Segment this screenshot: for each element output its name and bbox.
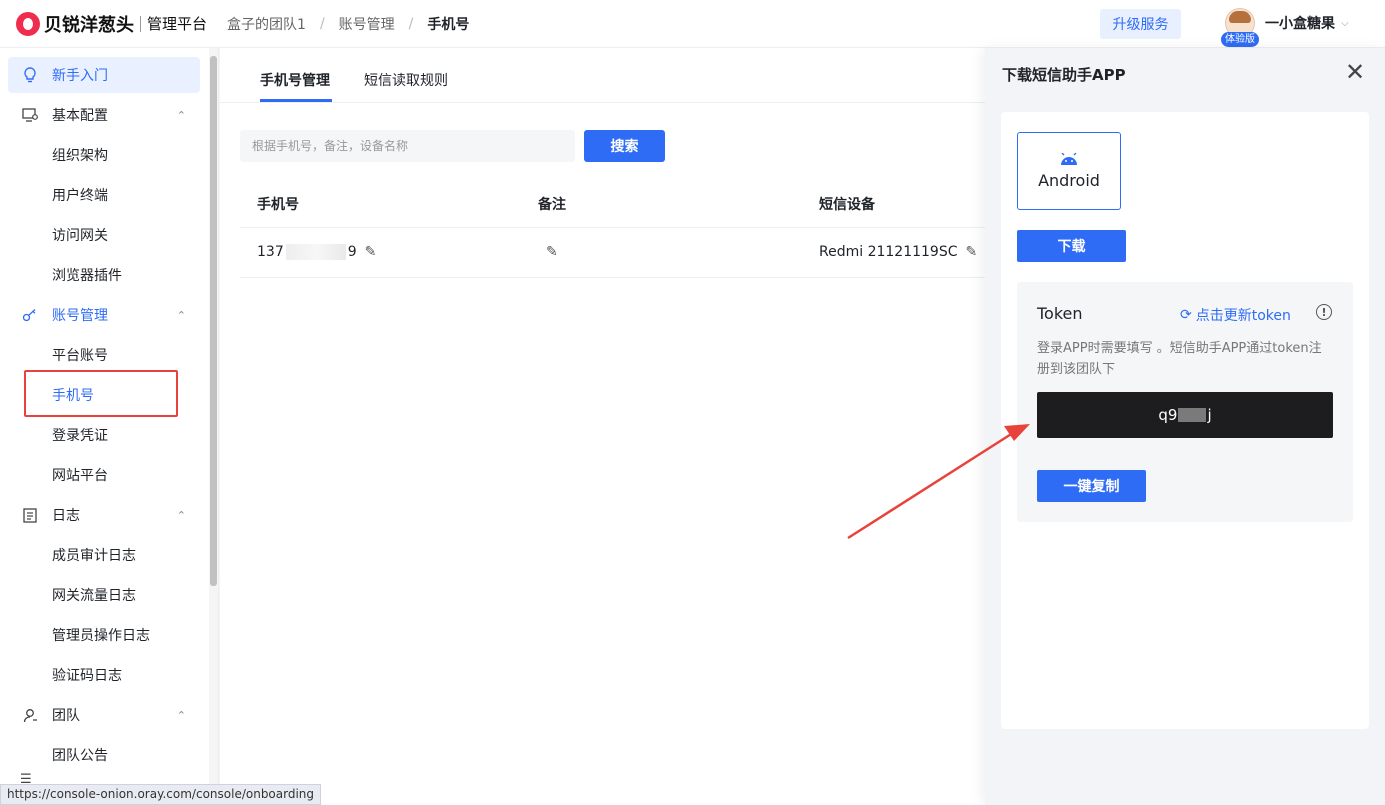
top-bar: 贝锐洋葱头 管理平台 盒子的团队1 / 账号管理 / 手机号 升级服务 一小盒糖… [0, 0, 1385, 48]
device-cell: Redmi 21121119SC ✎ [819, 244, 977, 260]
chevron-down-icon[interactable]: ⌵ [1341, 18, 1349, 29]
brand[interactable]: 贝锐洋葱头 管理平台 [16, 11, 207, 37]
token-panel: Token ⟳ 点击更新token ! 登录APP时需要填写 。短信助手APP通… [1017, 282, 1353, 522]
edit-icon[interactable]: ✎ [365, 244, 377, 260]
note-cell: ✎ [538, 244, 558, 260]
sidebar-item-label: 账号管理 [52, 308, 108, 324]
sidebar-subitem-platform-account[interactable]: 平台账号 [52, 345, 108, 365]
key-icon [8, 308, 52, 322]
copy-token-button[interactable]: 一键复制 [1037, 470, 1146, 502]
edit-icon[interactable]: ✎ [546, 244, 558, 260]
platform-label: Android [1038, 170, 1100, 190]
status-bar-url: https://console-onion.oray.com/console/o… [0, 784, 322, 805]
upgrade-button[interactable]: 升级服务 [1100, 9, 1181, 39]
sidebar-subitem-website[interactable]: 网站平台 [52, 465, 108, 485]
breadcrumb-separator: / [408, 15, 414, 32]
phone-cell: 137 9 ✎ [257, 244, 376, 260]
column-header-note: 备注 [538, 197, 566, 213]
token-value: q9 j [1037, 392, 1333, 438]
close-icon[interactable]: ✕ [1345, 60, 1365, 84]
info-icon[interactable]: ! [1316, 304, 1332, 320]
refresh-token-label: 点击更新token [1195, 308, 1291, 324]
brand-logo-icon [16, 11, 40, 36]
sidebar-scrollbar[interactable] [209, 48, 218, 805]
sidebar-subitem-code-log[interactable]: 验证码日志 [52, 665, 122, 685]
phone-suffix: 9 [347, 244, 357, 260]
log-icon [8, 507, 52, 523]
sidebar-item-team[interactable]: 团队 ⌃ [8, 697, 200, 733]
monitor-settings-icon [8, 108, 52, 122]
tab-active-indicator [260, 99, 332, 102]
sidebar-subitem-browser-plugin[interactable]: 浏览器插件 [52, 265, 122, 285]
chevron-up-icon[interactable]: ⌃ [177, 509, 186, 522]
trial-badge: 体验版 [1221, 32, 1259, 47]
user-icon [8, 708, 52, 723]
search-input[interactable] [240, 130, 575, 162]
search-button[interactable]: 搜索 [584, 130, 665, 162]
sidebar-item-logs[interactable]: 日志 ⌃ [8, 497, 200, 533]
sidebar-item-label: 新手入门 [52, 68, 108, 84]
breadcrumb-account[interactable]: 账号管理 [339, 14, 395, 34]
chevron-up-icon[interactable]: ⌃ [177, 709, 186, 722]
redacted-block [1178, 408, 1207, 422]
token-title: Token [1037, 304, 1083, 323]
table-row: 137 9 ✎ ✎ Redmi 21121119SC ✎ [240, 228, 985, 278]
phone-prefix: 137 [257, 244, 284, 260]
sidebar-subitem-announcement[interactable]: 团队公告 [52, 745, 108, 765]
annotation-highlight-box [24, 370, 178, 417]
device-value: Redmi 21121119SC [819, 244, 958, 260]
tab-bar: 手机号管理 短信读取规则 [220, 48, 985, 103]
chevron-up-icon[interactable]: ⌃ [177, 309, 186, 322]
column-header-phone: 手机号 [257, 197, 299, 213]
sidebar-item-label: 基本配置 [52, 108, 108, 124]
redacted-block [285, 244, 346, 260]
sidebar-subitem-audit-log[interactable]: 成员审计日志 [52, 545, 136, 565]
token-suffix: j [1207, 406, 1212, 424]
sidebar: 新手入门 基本配置 ⌃ 组织架构 用户终端 访问网关 浏览器插件 账号管理 ⌃ … [0, 48, 219, 805]
sidebar-subitem-admin-log[interactable]: 管理员操作日志 [52, 625, 150, 645]
sidebar-item-account[interactable]: 账号管理 ⌃ [8, 297, 200, 333]
breadcrumb: 盒子的团队1 / 账号管理 / 手机号 [227, 14, 469, 34]
sidebar-item-onboarding[interactable]: 新手入门 [8, 57, 200, 93]
sidebar-subitem-org[interactable]: 组织架构 [52, 145, 108, 165]
token-description: 登录APP时需要填写 。短信助手APP通过token注册到该团队下 [1037, 341, 1322, 377]
refresh-icon: ⟳ [1180, 307, 1192, 323]
android-icon [1061, 152, 1077, 165]
brand-divider [140, 15, 141, 32]
platform-android-tile[interactable]: Android [1017, 132, 1121, 210]
column-header-device: 短信设备 [819, 197, 875, 213]
sidebar-subitem-gateway-log[interactable]: 网关流量日志 [52, 585, 136, 605]
brand-name: 贝锐洋葱头 [44, 14, 134, 36]
drawer-title: 下载短信助手APP [1002, 66, 1126, 84]
breadcrumb-current: 手机号 [427, 16, 470, 33]
sidebar-subitem-gateway[interactable]: 访问网关 [52, 225, 108, 245]
drawer-card: Android 下载 Token ⟳ 点击更新token ! 登录APP时需要填… [1001, 112, 1369, 729]
breadcrumb-team[interactable]: 盒子的团队1 [227, 14, 306, 34]
tab-phone-management[interactable]: 手机号管理 [260, 70, 330, 90]
edit-icon[interactable]: ✎ [966, 244, 978, 260]
username[interactable]: 一小盒糖果 [1265, 13, 1335, 33]
token-prefix: q9 [1158, 406, 1178, 424]
brand-subtitle: 管理平台 [147, 15, 208, 33]
table-header: 手机号 备注 短信设备 [240, 178, 985, 228]
download-button[interactable]: 下载 [1017, 230, 1126, 262]
sidebar-item-label: 团队 [52, 708, 80, 724]
sidebar-subitem-credentials[interactable]: 登录凭证 [52, 425, 108, 445]
sidebar-subitem-terminals[interactable]: 用户终端 [52, 185, 108, 205]
scrollbar-thumb[interactable] [210, 56, 217, 586]
sidebar-item-basic-config[interactable]: 基本配置 ⌃ [8, 97, 200, 133]
bulb-icon [8, 67, 52, 83]
refresh-token-link[interactable]: ⟳ 点击更新token [1180, 305, 1291, 325]
breadcrumb-separator: / [319, 15, 325, 32]
tab-sms-rules[interactable]: 短信读取规则 [364, 70, 448, 90]
chevron-up-icon[interactable]: ⌃ [177, 109, 186, 122]
sidebar-item-label: 日志 [52, 508, 80, 524]
download-drawer: 下载短信助手APP ✕ Android 下载 Token ⟳ 点击更新token… [985, 48, 1385, 805]
